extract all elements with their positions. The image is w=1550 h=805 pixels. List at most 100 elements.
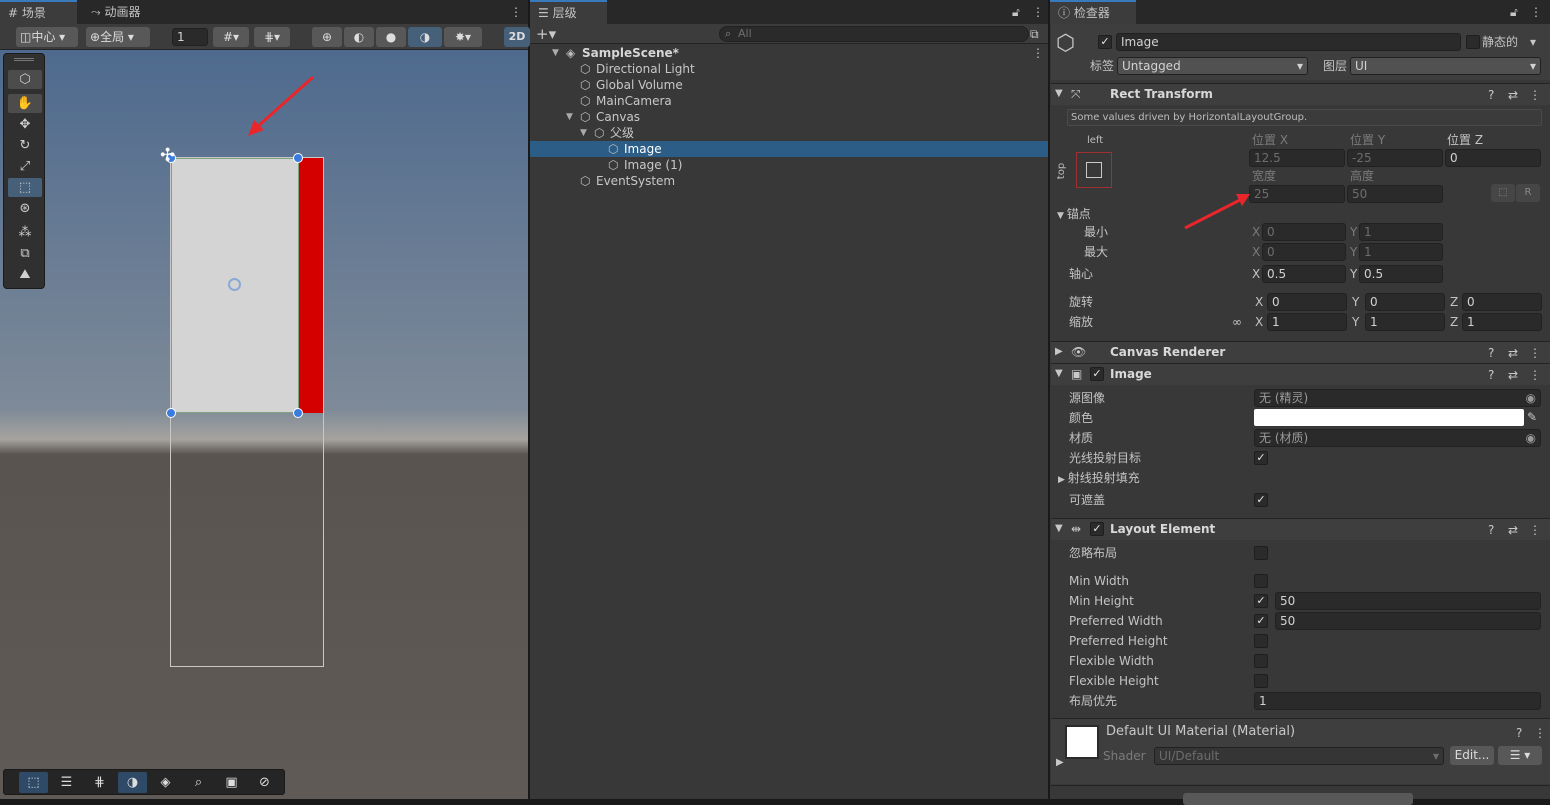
preferred-width-checkbox[interactable]: ✓: [1254, 614, 1268, 628]
color-swatch[interactable]: [1254, 409, 1524, 426]
preferred-height-checkbox[interactable]: [1254, 634, 1268, 648]
material-preview[interactable]: [1065, 725, 1099, 759]
min-height-field[interactable]: 50: [1275, 592, 1541, 610]
rect-handle-bl[interactable]: [166, 408, 176, 418]
canvas-renderer-header[interactable]: ▶ 👁︎ Canvas Renderer ? ⇄ ⋮: [1051, 341, 1550, 363]
min-width-checkbox[interactable]: [1254, 574, 1268, 588]
more-menu-icon[interactable]: ⋮: [1032, 5, 1044, 19]
foldout-arrow-icon[interactable]: ▼: [580, 125, 587, 141]
view-tool-icon[interactable]: ⬡: [8, 70, 42, 89]
anchor-presets-button[interactable]: [1076, 152, 1112, 188]
object-picker-icon[interactable]: ◉: [1526, 430, 1536, 446]
scale-x-field[interactable]: 1: [1267, 313, 1347, 331]
hierarchy-item[interactable]: ⬡ Global Volume: [530, 77, 1048, 93]
blueprint-mode-button[interactable]: ⬚: [1491, 184, 1515, 202]
overlay-camera-icon[interactable]: ▣: [217, 772, 246, 793]
anchor-icon[interactable]: ✣: [160, 147, 175, 165]
flexible-height-checkbox[interactable]: [1254, 674, 1268, 688]
chevron-down-icon[interactable]: ▾: [1530, 35, 1536, 49]
hierarchy-item[interactable]: ⬡ Directional Light: [530, 61, 1048, 77]
custom-tool-3-icon[interactable]: ⛰: [8, 265, 42, 284]
hand-tool-icon[interactable]: ✋: [8, 94, 42, 113]
rect-handle-br[interactable]: [293, 408, 303, 418]
snap-increment-field[interactable]: 1: [172, 28, 208, 46]
presets-icon[interactable]: ⇄: [1508, 368, 1518, 382]
overlay-grid-icon[interactable]: ⋕: [85, 772, 114, 793]
pivot-y-field[interactable]: 0.5: [1359, 265, 1443, 283]
rect-transform-header[interactable]: ▼ ⤧ Rect Transform ? ⇄ ⋮: [1051, 83, 1550, 105]
help-icon[interactable]: ?: [1488, 346, 1494, 360]
hierarchy-item[interactable]: ⬡ EventSystem: [530, 173, 1048, 189]
component-menu-icon[interactable]: ⋮: [1529, 88, 1541, 102]
flexible-width-checkbox[interactable]: [1254, 654, 1268, 668]
add-component-button[interactable]: [1183, 793, 1413, 805]
shaded-mode-button[interactable]: ◐: [344, 27, 374, 47]
anchors-foldout[interactable]: ▼ 锚点: [1057, 206, 1091, 224]
min-height-checkbox[interactable]: ✓: [1254, 594, 1268, 608]
overlay-rect-icon[interactable]: ⬚: [19, 772, 48, 793]
hierarchy-item[interactable]: ▼ ⬡ 父级: [530, 125, 1048, 141]
lock-icon[interactable]: 🔓︎: [1510, 5, 1518, 19]
2d-toggle-button[interactable]: 2D: [504, 27, 530, 47]
rotation-z-field[interactable]: 0: [1462, 293, 1542, 311]
rotation-x-field[interactable]: 0: [1267, 293, 1347, 311]
hierarchy-item[interactable]: ▼ ◈ SampleScene* ⋮: [530, 45, 1048, 61]
component-menu-icon[interactable]: ⋮: [1529, 346, 1541, 360]
more-menu-icon[interactable]: ⋮: [1530, 5, 1542, 19]
snap-settings-button[interactable]: ⋕▾: [254, 27, 290, 47]
pos-z-field[interactable]: 0: [1445, 149, 1541, 167]
transform-tool-icon[interactable]: ⊛: [8, 199, 42, 218]
object-picker-icon[interactable]: ◉: [1526, 390, 1536, 406]
scene-visibility-icon[interactable]: ⧉: [1030, 27, 1039, 41]
pivot-x-field[interactable]: 0.5: [1262, 265, 1346, 283]
raycast-padding-foldout[interactable]: ▶ 射线投射填充: [1058, 470, 1140, 488]
custom-tool-2-icon[interactable]: ⧉: [8, 244, 42, 263]
overlay-search-icon[interactable]: ⌕: [184, 772, 213, 793]
tab-animator[interactable]: ⤳ 动画器: [83, 0, 163, 24]
overlay-layers-icon[interactable]: ◈: [151, 772, 180, 793]
layer-dropdown[interactable]: UI ▾: [1350, 57, 1541, 75]
space-dropdown[interactable]: ⊕全局 ▾: [86, 27, 150, 47]
raw-edit-button[interactable]: R: [1516, 184, 1540, 202]
material-field[interactable]: 无 (材质) ◉: [1254, 429, 1541, 447]
tab-inspector[interactable]: ⓘ 检查器: [1050, 0, 1136, 24]
layout-enabled-checkbox[interactable]: ✓: [1090, 522, 1104, 536]
object-name-field[interactable]: Image: [1116, 33, 1461, 51]
presets-icon[interactable]: ⇄: [1508, 346, 1518, 360]
draw-mode-button[interactable]: ⊕: [312, 27, 342, 47]
source-image-field[interactable]: 无 (精灵) ◉: [1254, 389, 1541, 407]
pivot-dropdown[interactable]: ◫中心 ▾: [16, 27, 78, 47]
gameobject-cube-icon[interactable]: ⬡: [1056, 32, 1075, 56]
overlay-ui-icon[interactable]: ☰: [52, 772, 81, 793]
gizmos-button[interactable]: ✸▾: [444, 27, 482, 47]
help-icon[interactable]: ?: [1516, 726, 1522, 740]
component-menu-icon[interactable]: ⋮: [1534, 726, 1546, 740]
lighting-button[interactable]: ●: [376, 27, 406, 47]
component-menu-icon[interactable]: ⋮: [1529, 368, 1541, 382]
help-icon[interactable]: ?: [1488, 368, 1494, 382]
hierarchy-item[interactable]: ▼ ⬡ Canvas: [530, 109, 1048, 125]
hierarchy-item[interactable]: ⬡ MainCamera: [530, 93, 1048, 109]
scale-y-field[interactable]: 1: [1365, 313, 1445, 331]
component-menu-icon[interactable]: ⋮: [1529, 523, 1541, 537]
overlay-compass-icon[interactable]: ⊘: [250, 772, 279, 793]
hierarchy-item[interactable]: ⬡ Image (1): [530, 157, 1048, 173]
eyedropper-icon[interactable]: ✎: [1527, 410, 1537, 424]
overlay-shading-icon[interactable]: ◑: [118, 772, 147, 793]
more-menu-icon[interactable]: ⋮: [510, 5, 522, 19]
tag-dropdown[interactable]: Untagged ▾: [1117, 57, 1308, 75]
lock-icon[interactable]: 🔓︎: [1012, 5, 1020, 19]
foldout-arrow-icon[interactable]: ▼: [566, 109, 573, 125]
image-enabled-checkbox[interactable]: ✓: [1090, 367, 1104, 381]
help-icon[interactable]: ?: [1488, 88, 1494, 102]
shader-edit-button[interactable]: Edit...: [1450, 746, 1494, 765]
foldout-arrow-icon[interactable]: ▼: [552, 45, 559, 61]
effects-button[interactable]: ◑: [408, 27, 442, 47]
move-tool-icon[interactable]: ✥: [8, 115, 42, 134]
rotate-tool-icon[interactable]: ↻: [8, 136, 42, 155]
scale-tool-icon[interactable]: ⤢: [8, 157, 42, 176]
shader-options-button[interactable]: ☰ ▾: [1498, 746, 1542, 765]
rect-tool-icon[interactable]: ⬚: [8, 178, 42, 197]
maskable-checkbox[interactable]: ✓: [1254, 493, 1268, 507]
link-icon[interactable]: ∞: [1232, 315, 1242, 329]
